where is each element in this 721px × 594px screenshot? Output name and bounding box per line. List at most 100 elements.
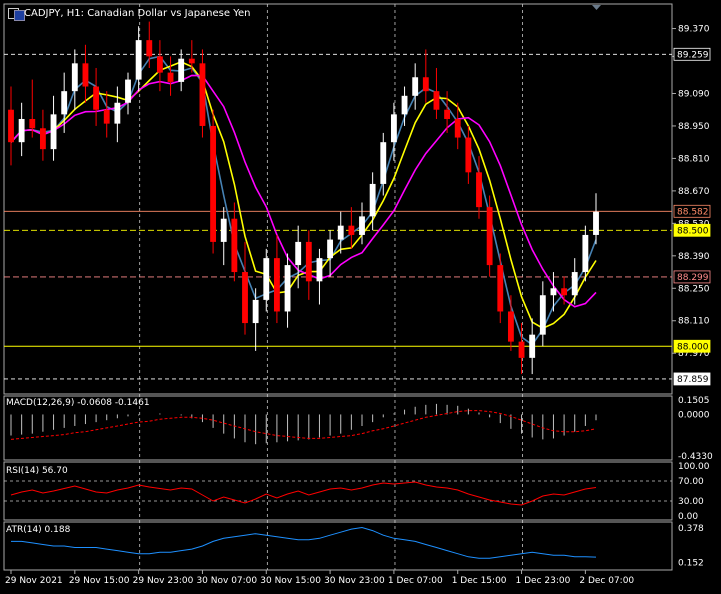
candle-body [167,72,174,82]
x-tick-label: 29 Nov 15:00 [69,576,130,586]
candle [316,248,323,305]
trading-chart[interactable]: 29 Nov 2021 29 Nov 15:00 29 Nov 23:00 30 No… [0,0,721,594]
candle-body [550,288,557,296]
candle-body [220,218,227,242]
candle-body [156,56,163,73]
candle [422,49,429,103]
candle [571,258,578,305]
x-tick-label: 29 Nov 23:00 [133,576,194,586]
chart-header: CADJPY, H1: Canadian Dollar vs Japanese … [24,8,251,19]
y-tick-label: 88.950 [678,122,710,132]
candle [93,67,100,126]
macd-y-tick-label: 0.0000 [678,410,710,420]
candle [29,79,36,138]
macd-pane [10,403,597,445]
symbol-label: CADJPY, H1: [24,8,84,19]
candle [433,67,440,119]
candle [305,230,312,300]
shift-marker-icon [592,5,601,10]
candle [8,86,14,166]
candle-body [242,272,248,324]
candle-body [593,211,599,235]
pane-frame-atr [3,521,673,571]
candle [284,253,291,328]
candle-body [539,295,546,335]
candle-body [390,114,397,143]
candle-body [295,241,302,266]
candle-body [444,109,451,119]
price-pane[interactable] [4,21,672,380]
atr-label: ATR(14) 0.188 [6,525,71,535]
candle [178,49,185,92]
candle [401,86,408,126]
rsi-label: RSI(14) 56.70 [6,466,68,476]
candle [539,281,546,347]
price-tag-label: 88.000 [677,342,709,352]
x-tick-label: 1 Dec 23:00 [516,576,571,586]
candle [412,63,419,110]
candle [348,207,355,249]
candle-body [582,234,589,273]
candle-body [135,40,142,80]
candle-body [178,58,185,82]
rsi-y-tick-label: 100.00 [678,462,710,472]
candle-body [146,40,153,57]
rsi-y-tick-label: 30.00 [678,497,704,507]
x-tick-label: 29 Nov 2021 [5,576,63,586]
candle-body [359,216,365,235]
candle [18,102,25,157]
price-tag-label: 87.859 [677,375,709,385]
candle [156,40,163,92]
candle [529,318,536,375]
candle [210,109,217,254]
candle [497,253,504,324]
candle [327,230,334,277]
pane-frame-price [3,3,673,395]
candle-body [529,334,536,358]
candle [507,295,514,351]
candle [199,49,206,138]
macd-y-tick-label: 0.1505 [678,396,710,406]
candle-body [412,77,419,96]
candle [593,193,599,245]
x-tick-label: 30 Nov 23:00 [324,576,385,586]
y-tick-label: 88.110 [678,317,710,327]
candle [39,109,46,161]
candle-body [273,258,280,312]
atr-pane [11,526,597,559]
candle-body [18,118,25,143]
atr-y-tick-label: 0.152 [678,559,704,569]
candle [125,72,131,115]
candle-body [401,95,408,115]
candle-body [29,118,36,129]
candle-body [316,258,323,282]
candle-body [380,142,387,184]
candle [337,211,344,254]
candle [82,44,89,103]
candle-body [476,172,482,208]
candle-body [454,118,461,138]
candle-body [114,102,121,124]
price-tag-label: 88.299 [677,273,709,283]
candle [61,72,68,133]
candle-body [188,58,195,64]
atr-line [11,526,597,559]
y-tick-label: 88.810 [678,154,710,164]
price-tag-label: 88.582 [677,207,709,217]
grid-lines [139,4,524,570]
candle-body [518,341,525,358]
candle [242,241,248,335]
candle [486,195,493,277]
candle-body [50,114,57,150]
candle [188,40,195,73]
pane-frame-rsi [3,461,673,521]
symbol-description: Canadian Dollar vs Japanese Yen [87,8,251,19]
rsi-y-tick-label: 0.00 [678,512,698,522]
candle [220,207,227,266]
candle [465,125,472,184]
candle [50,95,57,161]
candle [167,56,174,96]
rsi-line [10,481,597,506]
candle [263,248,270,312]
rsi-y-tick-label: 70.00 [678,477,704,487]
